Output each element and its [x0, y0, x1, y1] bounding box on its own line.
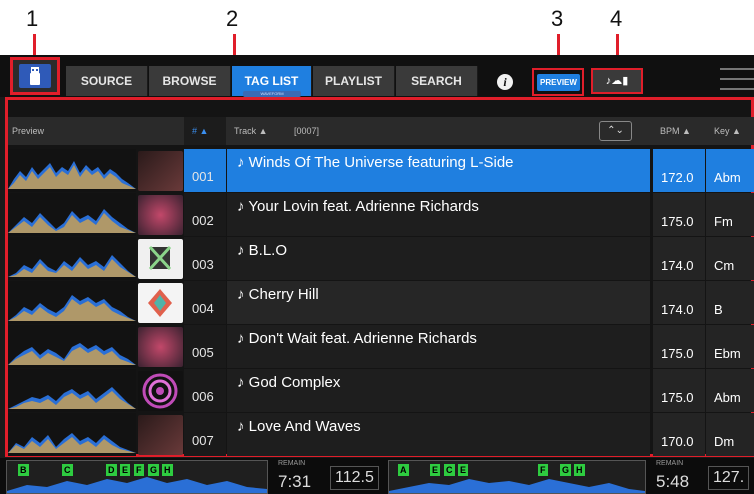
hotcue-f[interactable]: F	[134, 464, 144, 476]
hotcue-h[interactable]: H	[162, 464, 173, 476]
album-art	[138, 371, 183, 411]
tab-source[interactable]: SOURCE	[66, 66, 148, 96]
callout-2: 2	[226, 6, 239, 31]
album-art	[138, 415, 183, 455]
hotcue-g[interactable]: G	[148, 464, 160, 476]
track-number: 001	[184, 149, 226, 192]
track-key: Fm	[706, 193, 754, 236]
track-bpm: 170.0	[653, 413, 705, 456]
track-row[interactable]: 002 ♪ Your Lovin feat. Adrienne Richards…	[8, 193, 754, 236]
track-row[interactable]: 004 ♪ Cherry Hill 174.0 B	[8, 281, 754, 324]
track-row[interactable]: 003 ♪ B.L.O 174.0 Cm	[8, 237, 754, 280]
header-preview[interactable]: Preview	[12, 117, 44, 145]
track-key: B	[706, 281, 754, 324]
waveform-preview	[8, 237, 136, 280]
tab-browse[interactable]: BROWSE	[149, 66, 231, 96]
waveform-preview	[8, 413, 136, 456]
waveform-preview	[8, 281, 136, 324]
header-track[interactable]: Track ▲	[234, 117, 268, 145]
hotcue-e[interactable]: E	[120, 464, 131, 476]
track-key: Cm	[706, 237, 754, 280]
track-bpm: 175.0	[653, 369, 705, 412]
deck-1-remain-time: 7:31	[278, 472, 312, 491]
track-title: ♪ Winds Of The Universe featuring L-Side	[227, 149, 650, 192]
track-number: 006	[184, 369, 226, 412]
track-number: 002	[184, 193, 226, 236]
track-title: ♪ B.L.O	[227, 237, 650, 280]
callout-1: 1	[26, 6, 39, 31]
album-art	[138, 327, 183, 367]
waveform-preview	[8, 369, 136, 412]
tab-search[interactable]: SEARCH	[396, 66, 478, 96]
list-header: Preview # ▲ Track ▲ [0007] BPM ▲ Key ▲	[8, 117, 754, 145]
track-row[interactable]: 007 ♪ Love And Waves 170.0 Dm	[8, 413, 754, 456]
track-bpm: 172.0	[653, 149, 705, 192]
header-count: [0007]	[294, 126, 320, 136]
deck-2-waveform[interactable]	[388, 460, 646, 494]
deck-1-remain-label: REMAIN	[278, 460, 306, 467]
track-key: Dm	[706, 413, 754, 456]
track-number: 004	[184, 281, 226, 324]
header-bpm[interactable]: BPM ▲	[660, 117, 691, 145]
track-number: 003	[184, 237, 226, 280]
track-row[interactable]: 001 ♪ Winds Of The Universe featuring L-…	[8, 149, 754, 192]
hotcue-f[interactable]: F	[538, 464, 548, 476]
track-title: ♪ Your Lovin feat. Adrienne Richards	[227, 193, 650, 236]
track-key: Abm	[706, 149, 754, 192]
hotcue-c[interactable]: C	[444, 464, 455, 476]
track-key: Ebm	[706, 325, 754, 368]
header-key[interactable]: Key ▲	[714, 117, 741, 145]
cloud-usb-icon[interactable]: ♪☁▮	[591, 68, 643, 94]
hotcue-g[interactable]: G	[560, 464, 572, 476]
hotcue-e[interactable]: E	[430, 464, 441, 476]
menu-icon[interactable]	[720, 68, 754, 92]
hotcue-b[interactable]: B	[18, 464, 29, 476]
track-row[interactable]: 005 ♪ Don't Wait feat. Adrienne Richards…	[8, 325, 754, 368]
album-art	[138, 283, 183, 323]
track-bpm: 175.0	[653, 325, 705, 368]
track-bpm: 174.0	[653, 237, 705, 280]
callout-4: 4	[610, 6, 623, 31]
album-art	[138, 239, 183, 279]
deck-2-bpm: 127.	[708, 466, 750, 490]
album-art	[138, 195, 183, 235]
album-art	[138, 151, 183, 191]
hotcue-h[interactable]: H	[574, 464, 585, 476]
usb-device-button[interactable]	[10, 57, 60, 95]
callout-3: 3	[551, 6, 564, 31]
track-title: ♪ Cherry Hill	[227, 281, 650, 324]
track-title: ♪ God Complex	[227, 369, 650, 412]
tab-playlist[interactable]: PLAYLIST	[313, 66, 395, 96]
waveform-preview	[8, 193, 136, 236]
info-icon[interactable]: i	[497, 74, 513, 90]
hotcue-e-2[interactable]: E	[458, 464, 469, 476]
sort-toggle-button[interactable]: ⌃⌄	[599, 121, 632, 141]
track-title: ♪ Don't Wait feat. Adrienne Richards	[227, 325, 650, 368]
screen: 1 2 3 4 SOURCE BROWSE TAG LIST WAVEFORM …	[0, 0, 754, 494]
header-num[interactable]: # ▲	[184, 117, 226, 145]
track-title: ♪ Love And Waves	[227, 413, 650, 456]
deck-1-bpm: 112.5	[330, 466, 379, 490]
track-bpm: 175.0	[653, 193, 705, 236]
track-number: 007	[184, 413, 226, 456]
hotcue-a[interactable]: A	[398, 464, 409, 476]
hotcue-c[interactable]: C	[62, 464, 73, 476]
usb-icon	[19, 64, 51, 88]
waveform-preview	[8, 325, 136, 368]
waveform-preview	[8, 149, 136, 192]
deck-2-remain-label: REMAIN	[656, 460, 684, 467]
track-key: Abm	[706, 369, 754, 412]
preview-button[interactable]: PREVIEW	[532, 68, 584, 96]
hotcue-d[interactable]: D	[106, 464, 117, 476]
deck-2-remain-time: 5:48	[656, 472, 690, 491]
track-bpm: 174.0	[653, 281, 705, 324]
track-row[interactable]: 006 ♪ God Complex 175.0 Abm	[8, 369, 754, 412]
track-number: 005	[184, 325, 226, 368]
preview-label: PREVIEW	[537, 74, 580, 91]
